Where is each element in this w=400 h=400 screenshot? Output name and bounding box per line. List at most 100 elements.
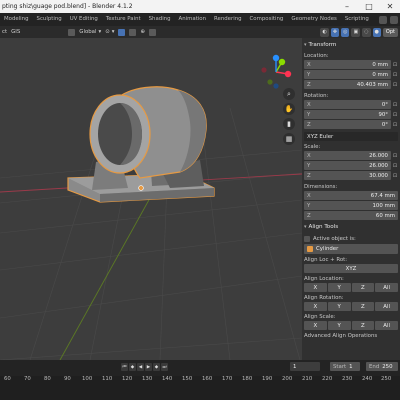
gizmo-x-icon[interactable]: [284, 70, 292, 78]
falloff-icon[interactable]: [148, 28, 156, 36]
lock-icon[interactable]: ⊡: [392, 122, 398, 128]
zoom-icon[interactable]: ⌕: [283, 88, 295, 100]
rotation-mode-select[interactable]: XYZ Euler: [304, 132, 398, 141]
lock-icon[interactable]: ⊡: [392, 102, 398, 108]
dimension-y-field[interactable]: Y 100 mm: [304, 201, 398, 210]
tab-geometry-nodes[interactable]: Geometry Nodes: [287, 13, 340, 26]
advanced-align-label[interactable]: Advanced Align Operations: [304, 332, 398, 340]
tab-sculpting[interactable]: Sculpting: [33, 13, 66, 26]
tab-shading[interactable]: Shading: [145, 13, 175, 26]
align-rotation-x-button[interactable]: X: [304, 302, 327, 311]
dimension-x-field[interactable]: X 67.4 mm: [304, 191, 398, 200]
jump-keyframe-forward-icon[interactable]: ◆: [153, 363, 160, 371]
align-loc-rot-button[interactable]: XYZ: [304, 264, 398, 273]
frame-tick: 120: [122, 376, 133, 382]
tab-modeling[interactable]: Modeling: [0, 13, 33, 26]
align-location-all-button[interactable]: All: [375, 283, 398, 292]
gizmo-neg-z-icon[interactable]: [273, 83, 279, 89]
object-menu[interactable]: ct: [2, 29, 7, 35]
snap-target-icon[interactable]: [129, 28, 137, 36]
active-object-row[interactable]: Active object is:: [304, 234, 398, 244]
gizmo-z-icon[interactable]: [272, 54, 280, 62]
close-button[interactable]: ✕: [380, 0, 400, 13]
workspace-tabs: Modeling Sculpting UV Editing Texture Pa…: [0, 13, 400, 26]
location-x-field[interactable]: X0 mm: [304, 60, 391, 69]
start-frame-field[interactable]: Start 1: [330, 362, 360, 371]
tab-uv-editing[interactable]: UV Editing: [66, 13, 102, 26]
pan-hand-icon[interactable]: ✋: [283, 103, 295, 115]
orientation-dropdown[interactable]: Global ▾: [79, 29, 101, 35]
window-title: pting shiz\guage pod.blend] - Blender 4.…: [2, 3, 133, 10]
jump-end-icon[interactable]: ⏭: [161, 363, 168, 371]
transform-header[interactable]: ▾ Transform: [304, 40, 398, 50]
tab-compositing[interactable]: Compositing: [246, 13, 288, 26]
gis-menu[interactable]: GIS: [11, 29, 20, 35]
jump-start-icon[interactable]: ⏮: [121, 363, 128, 371]
xray-icon[interactable]: ▣: [351, 27, 361, 37]
jump-keyframe-back-icon[interactable]: ◆: [129, 363, 136, 371]
camera-view-icon[interactable]: ▮: [283, 118, 295, 130]
current-frame-field[interactable]: 1: [290, 362, 320, 371]
3d-viewport[interactable]: ⌕ ✋ ▮ ▦: [0, 38, 302, 360]
align-scale-z-button[interactable]: Z: [351, 321, 375, 330]
overlays-toggle-icon[interactable]: ◎: [341, 27, 350, 37]
align-scale-x-button[interactable]: X: [304, 321, 327, 330]
options-button[interactable]: Opt: [382, 27, 398, 37]
align-rotation-z-button[interactable]: Z: [351, 302, 375, 311]
active-object-name: Cylinder: [316, 246, 339, 252]
dimension-z-field[interactable]: Z 60 mm: [304, 211, 398, 220]
scale-x-field[interactable]: X 26.000: [304, 151, 391, 160]
add-workspace-icon[interactable]: [379, 15, 387, 24]
lock-icon[interactable]: ⊡: [392, 163, 398, 169]
lock-icon[interactable]: ⊡: [392, 112, 398, 118]
play-icon[interactable]: ▶: [145, 363, 152, 371]
lock-icon[interactable]: ⊡: [392, 72, 398, 78]
align-rotation-y-button[interactable]: Y: [327, 302, 351, 311]
gizmo-toggle-icon[interactable]: ✥: [330, 27, 340, 37]
align-location-x-button[interactable]: X: [304, 283, 327, 292]
gizmo-neg-y-icon[interactable]: [267, 79, 273, 85]
rotation-z-field[interactable]: Z 0°: [304, 120, 391, 129]
lock-icon[interactable]: ⊡: [392, 173, 398, 179]
tab-animation[interactable]: Animation: [175, 13, 210, 26]
align-tools-header[interactable]: ▾ Align Tools: [304, 222, 398, 232]
gizmo-y-icon[interactable]: [278, 58, 286, 66]
scale-z-field[interactable]: Z 30.000: [304, 171, 391, 180]
tab-scripting[interactable]: Scripting: [341, 13, 373, 26]
timeline-ruler[interactable]: [0, 376, 400, 400]
lock-icon[interactable]: ⊡: [392, 62, 398, 68]
shading-solid-icon[interactable]: ●: [372, 27, 381, 37]
tab-texture-paint[interactable]: Texture Paint: [102, 13, 145, 26]
scale-y-field[interactable]: Y 26.000: [304, 161, 391, 170]
location-z-field[interactable]: Z 40.403 mm: [304, 80, 391, 89]
scene-icon[interactable]: [390, 15, 398, 24]
maximize-button[interactable]: □: [358, 0, 380, 13]
perspective-grid-icon[interactable]: ▦: [283, 133, 295, 145]
align-location-z-button[interactable]: Z: [351, 283, 375, 292]
proportional-editing[interactable]: ⊕: [140, 29, 145, 35]
play-reverse-icon[interactable]: ◀: [137, 363, 144, 371]
navigation-gizmo[interactable]: [256, 52, 296, 92]
end-frame-field[interactable]: End 250: [366, 362, 398, 371]
gizmo-neg-x-icon[interactable]: [261, 67, 267, 73]
rotation-y-field[interactable]: Y 90°: [304, 110, 391, 119]
align-location-y-button[interactable]: Y: [327, 283, 351, 292]
visibility-icon[interactable]: ◐: [320, 27, 329, 37]
lock-icon[interactable]: ⊡: [392, 82, 398, 88]
location-y-field[interactable]: Y0 mm: [304, 70, 391, 79]
frame-tick: 250: [381, 376, 392, 382]
snap-toggle-icon[interactable]: [118, 28, 126, 36]
minimize-button[interactable]: –: [336, 0, 358, 13]
align-scale-all-button[interactable]: All: [375, 321, 398, 330]
checkbox-icon[interactable]: [304, 236, 310, 242]
rotation-x-field[interactable]: X 0°: [304, 100, 391, 109]
tab-rendering[interactable]: Rendering: [210, 13, 246, 26]
pivot-dropdown[interactable]: ⊙ ▾: [105, 29, 114, 35]
viewport-header-right: ◐ ✥ ◎ ▣ ◌ ● Opt: [302, 26, 400, 38]
shading-wireframe-icon[interactable]: ◌: [362, 27, 371, 37]
lock-icon[interactable]: ⊡: [392, 153, 398, 159]
align-rotation-all-button[interactable]: All: [375, 302, 398, 311]
gauge-pod-model[interactable]: [67, 86, 215, 203]
align-scale-y-button[interactable]: Y: [327, 321, 351, 330]
active-object-field[interactable]: Cylinder: [304, 244, 398, 254]
